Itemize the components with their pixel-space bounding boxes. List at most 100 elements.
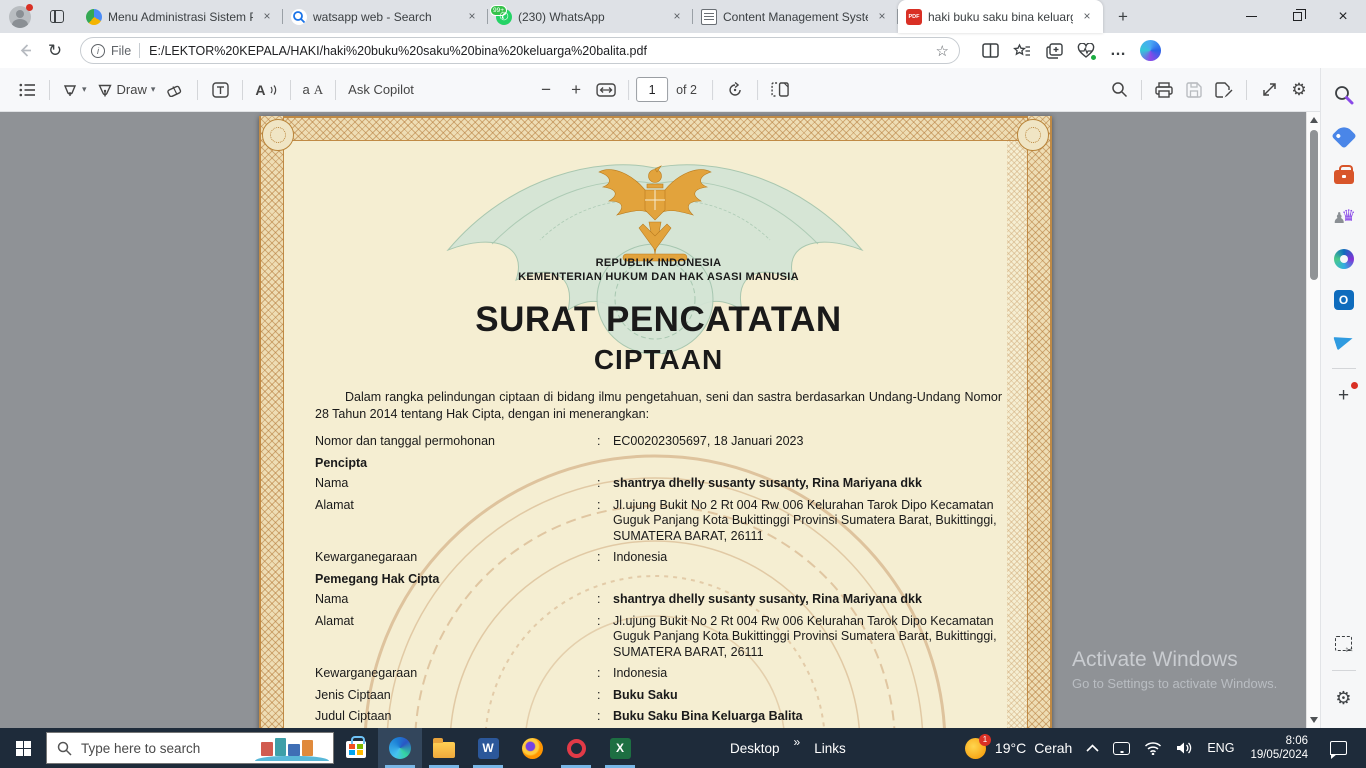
draw-button[interactable]: Draw ▾ xyxy=(92,74,161,106)
info-icon[interactable]: i xyxy=(91,43,105,58)
restore-button[interactable] xyxy=(1274,0,1320,33)
fullscreen-button[interactable] xyxy=(1254,74,1284,106)
page-view-button[interactable] xyxy=(765,74,795,106)
certificate-page: REPUBLIK INDONESIA KEMENTERIAN HUKUM DAN… xyxy=(259,116,1052,728)
read-aloud-button[interactable]: A xyxy=(250,74,282,106)
scroll-up-button[interactable] xyxy=(1307,113,1320,127)
address-bar-row: ↻ i File E:/LEKTOR%20KEPALA/HAKI/haki%20… xyxy=(0,33,1366,68)
sidebar-drop-button[interactable] xyxy=(1327,324,1361,358)
field-value: Buku Saku Bina Keluarga Balita xyxy=(613,709,803,723)
volume-button[interactable] xyxy=(1169,728,1200,768)
copilot-button[interactable] xyxy=(1134,36,1166,66)
taskbar-word-button[interactable]: W xyxy=(466,728,510,768)
desktop-toolbar-label[interactable]: Desktop xyxy=(730,741,780,756)
tab-whatsapp[interactable]: 99+ (230) WhatsApp × xyxy=(488,0,693,33)
clock[interactable]: 8:06 19/05/2024 xyxy=(1241,734,1317,762)
tab-title: Menu Administrasi Sistem P xyxy=(108,9,253,24)
close-icon[interactable]: × xyxy=(1079,9,1095,25)
translate-icon-alt: A xyxy=(313,81,324,97)
table-of-contents-button[interactable] xyxy=(12,74,42,106)
settings-more-button[interactable]: … xyxy=(1102,36,1134,66)
sidebar-outlook-button[interactable]: O xyxy=(1327,283,1361,317)
ask-copilot-button[interactable]: Ask Copilot xyxy=(343,74,419,106)
field-row: Judul Ciptaan : Buku Saku Bina Keluarga … xyxy=(315,709,1002,725)
sidebar-shopping-button[interactable] xyxy=(1327,119,1361,153)
divider xyxy=(1331,368,1356,369)
watermark-line2: Go to Settings to activate Windows. xyxy=(1072,676,1278,691)
taskbar-search-box[interactable]: Type here to search xyxy=(46,732,334,764)
start-button[interactable] xyxy=(0,728,46,768)
new-tab-button[interactable]: + xyxy=(1109,3,1137,31)
tab-haki-pdf-active[interactable]: PDF haki buku saku bina keluarg × xyxy=(898,0,1103,33)
taskbar-firefox-button[interactable] xyxy=(510,728,554,768)
print-button[interactable] xyxy=(1149,74,1179,106)
zoom-in-button[interactable]: + xyxy=(561,74,591,106)
save-button[interactable] xyxy=(1179,74,1209,106)
ministry-line2: KEMENTERIAN HUKUM DAN HAK ASASI MANUSIA xyxy=(518,271,799,283)
wifi-icon xyxy=(1145,742,1162,755)
sidebar-settings-button[interactable]: ⚙ xyxy=(1327,681,1361,715)
close-icon[interactable]: × xyxy=(669,9,685,25)
sidebar-microsoft365-button[interactable] xyxy=(1327,242,1361,276)
tab-watsapp-search[interactable]: watsapp web - Search × xyxy=(283,0,488,33)
save-as-button[interactable] xyxy=(1209,74,1239,106)
taskbar-store-button[interactable] xyxy=(334,728,378,768)
sidebar-games-button[interactable]: ♟ ♛ xyxy=(1327,201,1361,235)
screen: Menu Administrasi Sistem P × watsapp web… xyxy=(0,0,1366,768)
divider xyxy=(1331,670,1356,671)
network-button[interactable] xyxy=(1137,728,1169,768)
links-toolbar-label[interactable]: Links xyxy=(814,741,846,756)
erase-button[interactable] xyxy=(160,74,190,106)
back-button[interactable] xyxy=(10,36,40,66)
favorites-button[interactable] xyxy=(1006,36,1038,66)
fit-to-width-button[interactable] xyxy=(591,74,621,106)
taskbar-excel-button[interactable]: X xyxy=(598,728,642,768)
essentials-status-dot xyxy=(1090,53,1097,61)
add-text-button[interactable] xyxy=(205,74,235,106)
pdf-viewer[interactable]: REPUBLIK INDONESIA KEMENTERIAN HUKUM DAN… xyxy=(0,112,1320,728)
translate-button[interactable]: aA xyxy=(298,74,329,106)
profile-button[interactable] xyxy=(0,0,40,33)
minimize-button[interactable] xyxy=(1228,0,1274,33)
sidebar-tools-button[interactable] xyxy=(1327,160,1361,194)
refresh-button[interactable]: ↻ xyxy=(40,36,70,66)
address-bar[interactable]: i File E:/LEKTOR%20KEPALA/HAKI/haki%20bu… xyxy=(80,37,960,64)
url-text: E:/LEKTOR%20KEPALA/HAKI/haki%20buku%20sa… xyxy=(149,43,647,58)
certificate-border-top xyxy=(259,116,1052,141)
weather-widget[interactable]: 1 19°C Cerah xyxy=(958,728,1079,768)
taskbar-file-explorer-button[interactable] xyxy=(422,728,466,768)
taskbar-edge-button[interactable] xyxy=(378,728,422,768)
sidebar-customize-button[interactable]: + xyxy=(1327,379,1361,413)
search-document-button[interactable] xyxy=(1104,74,1134,106)
hidden-icons-chevron[interactable] xyxy=(1079,728,1106,768)
rotate-button[interactable] xyxy=(720,74,750,106)
scrollbar[interactable] xyxy=(1306,112,1320,728)
close-icon[interactable]: × xyxy=(464,9,480,25)
zoom-out-button[interactable]: − xyxy=(531,74,561,106)
sidebar-search-button[interactable] xyxy=(1327,78,1361,112)
tab-title: (230) WhatsApp xyxy=(518,9,605,24)
close-window-button[interactable]: × xyxy=(1320,0,1366,33)
page-number-input[interactable] xyxy=(636,77,669,102)
browser-essentials-button[interactable] xyxy=(1070,36,1102,66)
tab-content-management[interactable]: Content Management Syste × xyxy=(693,0,898,33)
tab-menu-administrasi[interactable]: Menu Administrasi Sistem P × xyxy=(78,0,283,33)
toolbar-overflow-chevron[interactable]: » xyxy=(794,735,801,749)
close-icon[interactable]: × xyxy=(874,9,890,25)
close-icon[interactable]: × xyxy=(259,9,275,25)
sidebar-screenshot-button[interactable] xyxy=(1327,626,1361,660)
scrollbar-thumb[interactable] xyxy=(1310,130,1318,280)
taskbar-opera-button[interactable] xyxy=(554,728,598,768)
language-indicator[interactable]: ENG xyxy=(1200,728,1241,768)
favorite-star-icon[interactable]: ☆ xyxy=(936,42,949,60)
split-screen-button[interactable] xyxy=(974,36,1006,66)
scroll-down-button[interactable] xyxy=(1307,713,1320,727)
connect-device-button[interactable] xyxy=(1106,728,1137,768)
tab-actions-menu-button[interactable] xyxy=(40,4,74,30)
highlight-button[interactable]: ▾ xyxy=(57,74,92,106)
pdf-settings-button[interactable]: ⚙ xyxy=(1284,74,1314,106)
collections-add-button[interactable] xyxy=(1038,36,1070,66)
corner-medallion xyxy=(262,119,294,151)
action-center-button[interactable] xyxy=(1317,728,1366,768)
colon: : xyxy=(597,550,601,564)
